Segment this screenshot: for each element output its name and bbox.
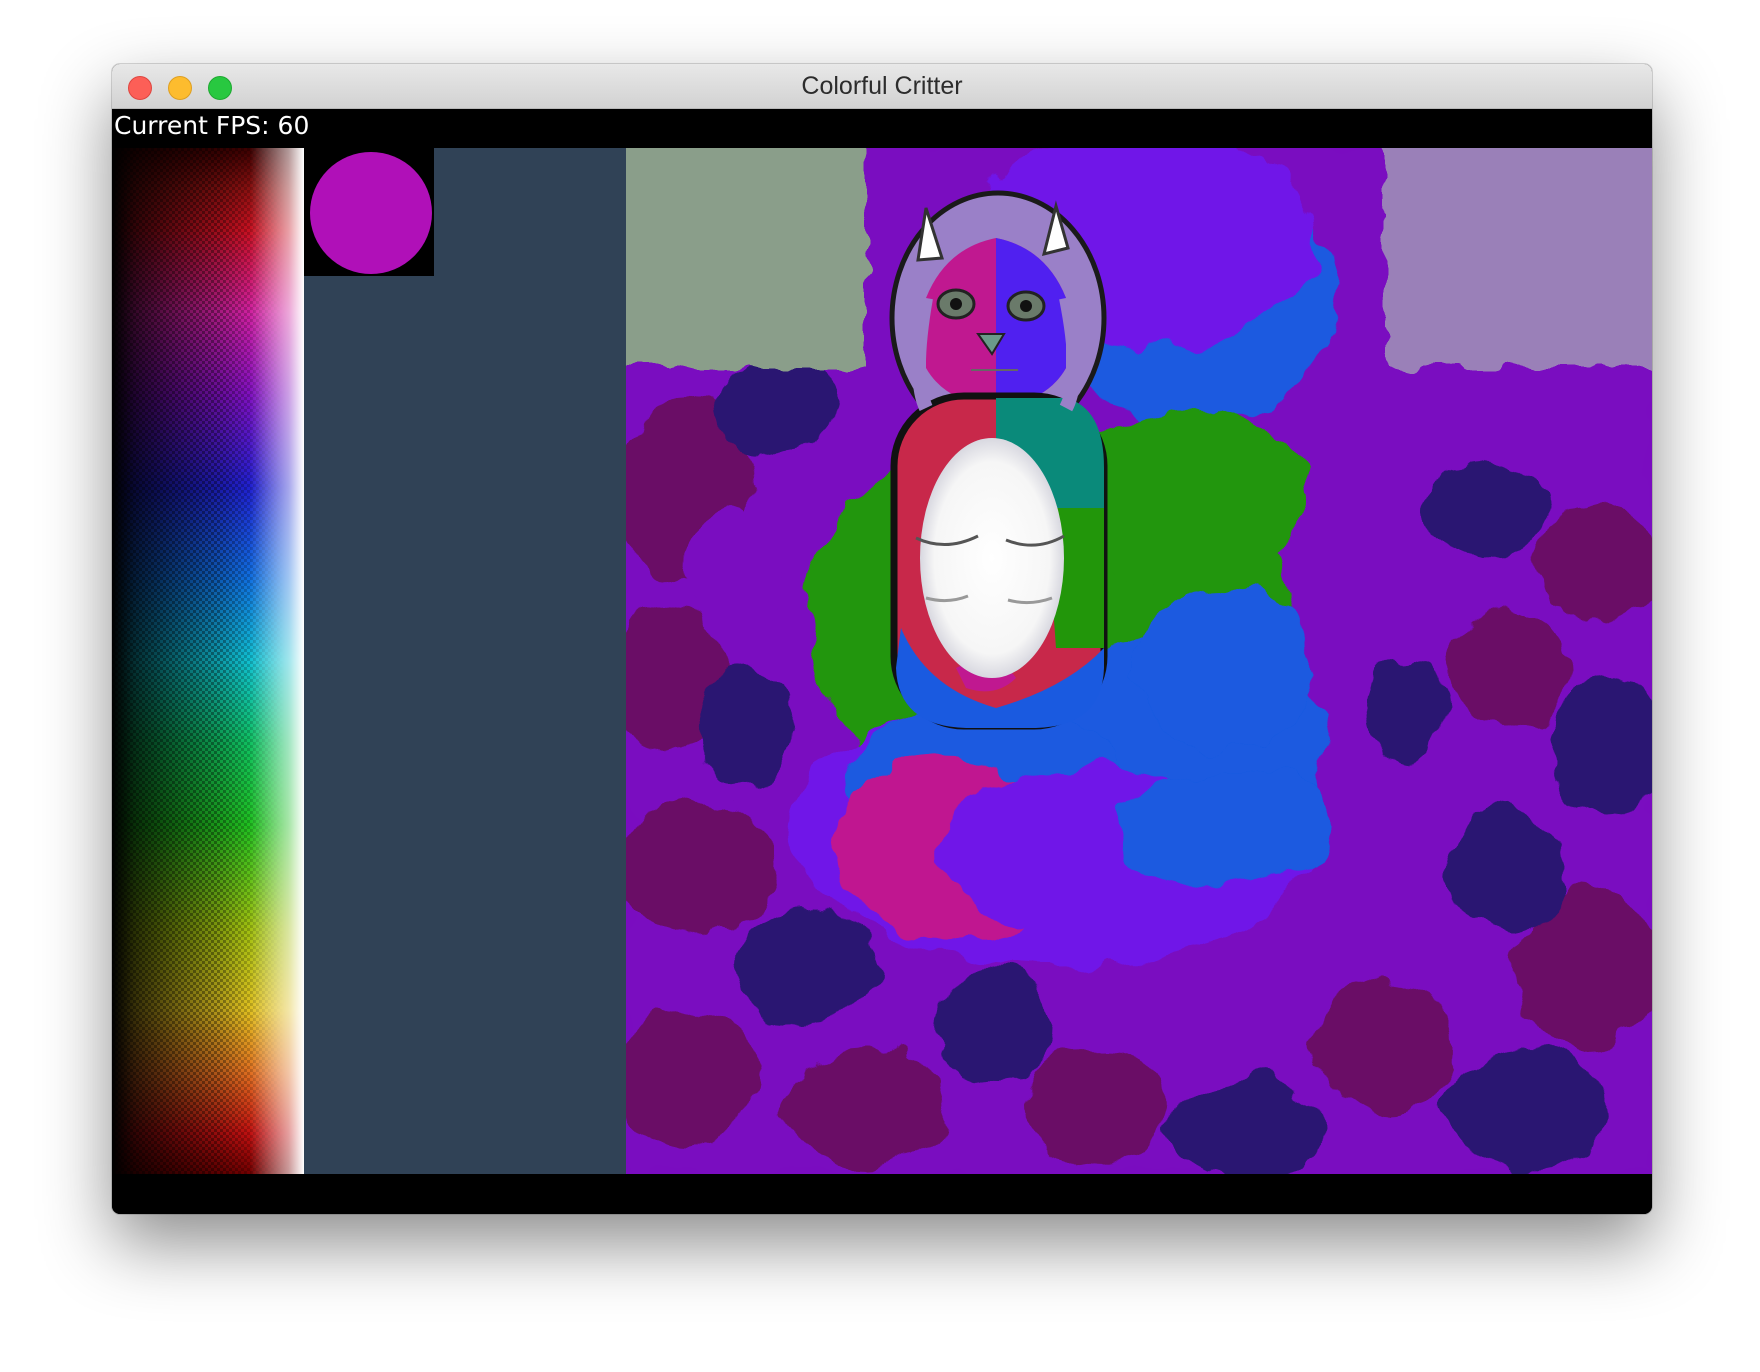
color-palette[interactable] xyxy=(112,148,304,1174)
paint-canvas[interactable] xyxy=(626,148,1652,1174)
current-color-swatch xyxy=(304,148,434,276)
app-window: Colorful Critter Current FPS: 60 xyxy=(112,64,1652,1214)
tool-panel xyxy=(304,148,626,1174)
brush-color-circle xyxy=(310,152,432,274)
fps-counter: Current FPS: 60 xyxy=(114,111,310,140)
critter xyxy=(889,190,1108,730)
window-title: Colorful Critter xyxy=(801,72,963,100)
palette-brightness-gradient xyxy=(112,148,304,1174)
bottom-bar xyxy=(112,1174,1652,1214)
title-bar[interactable]: Colorful Critter xyxy=(112,64,1652,109)
canvas-artwork xyxy=(626,148,1652,1174)
